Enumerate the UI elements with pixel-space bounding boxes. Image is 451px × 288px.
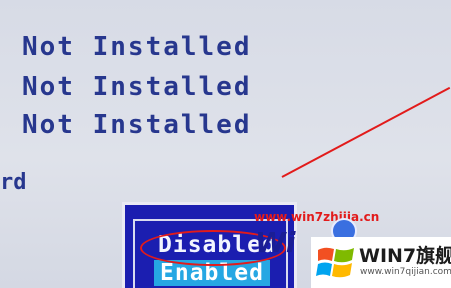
bios-screen: Not Installed Not Installed Not Installe… bbox=[0, 0, 451, 288]
badge-title: WIN7旗舰版 bbox=[359, 245, 451, 267]
partial-label: rd bbox=[0, 170, 27, 195]
watermark-fragment: Wi bbox=[255, 226, 296, 259]
windows-logo-icon bbox=[316, 247, 354, 278]
status-not-installed-3: Not Installed bbox=[22, 110, 252, 140]
status-not-installed-2: Not Installed bbox=[22, 72, 252, 102]
status-not-installed-1: Not Installed bbox=[22, 32, 252, 62]
watermark-url: www.win7zhijia.cn bbox=[254, 210, 380, 224]
watermark-badge: WIN7旗舰版 www.win7qijian.com bbox=[311, 237, 451, 288]
badge-url: www.win7qijian.com bbox=[360, 267, 451, 277]
annotation-arrow bbox=[281, 86, 451, 178]
